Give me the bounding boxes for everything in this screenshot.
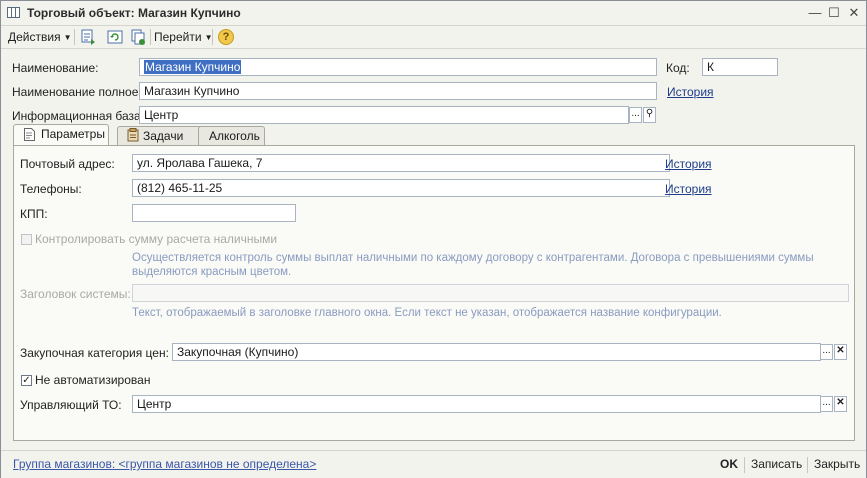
actions-menu-label: Действия: [8, 30, 61, 44]
name-label: Наименование:: [12, 61, 99, 75]
managing-label: Управляющий ТО:: [20, 398, 122, 412]
control-cash-note-line1: Осуществляется контроль суммы выплат нал…: [132, 252, 814, 264]
copy-icon[interactable]: [129, 28, 147, 46]
managing-select-button[interactable]: ...: [820, 396, 833, 412]
kpp-label: КПП:: [20, 207, 48, 221]
fullname-history-link[interactable]: История: [667, 85, 714, 99]
not-automated-checkbox[interactable]: ✓: [21, 375, 32, 386]
system-title-field[interactable]: [132, 284, 849, 302]
help-label: ?: [222, 31, 230, 43]
goto-menu-label: Перейти: [154, 30, 202, 44]
purchase-category-select-button[interactable]: ...: [820, 344, 833, 360]
actions-menu[interactable]: Действия ▼: [8, 29, 72, 45]
tab-alcohol[interactable]: Алкоголь: [198, 126, 265, 145]
store-group-link[interactable]: Группа магазинов: <группа магазинов не о…: [13, 457, 316, 471]
code-label: Код:: [666, 61, 690, 75]
purchase-category-field[interactable]: Закупочная (Купчино): [172, 343, 821, 361]
infobase-field[interactable]: Центр: [139, 106, 629, 124]
address-label: Почтовый адрес:: [20, 157, 115, 171]
address-history-link[interactable]: История: [665, 157, 712, 171]
document-icon: [24, 128, 35, 141]
save-button[interactable]: Записать: [751, 457, 802, 471]
phones-label: Телефоны:: [20, 182, 82, 196]
clear-icon[interactable]: ✕: [834, 396, 847, 412]
name-value: Магазин Купчино: [144, 60, 242, 74]
structure-icon[interactable]: [79, 28, 97, 46]
close-button[interactable]: Закрыть: [814, 457, 860, 471]
phones-value: (812) 465-11-25: [137, 181, 223, 195]
system-title-note: Текст, отображаемый в заголовке главного…: [132, 307, 722, 319]
window: Торговый объект: Магазин Купчино — ☐ ✕ Д…: [0, 0, 867, 478]
toolbar: Действия ▼ Перейти ▼ ?: [1, 26, 866, 49]
managing-value: Центр: [137, 397, 172, 411]
code-field[interactable]: К: [702, 58, 778, 76]
system-title-label: Заголовок системы:: [20, 287, 131, 301]
not-automated-label: Не автоматизирован: [35, 373, 151, 387]
fullname-value: Магазин Купчино: [144, 84, 240, 98]
tab-parameters-label: Параметры: [41, 127, 105, 141]
help-icon[interactable]: ?: [218, 29, 234, 45]
close-window-button[interactable]: ✕: [846, 5, 862, 21]
parameters-panel: Почтовый адрес: ул. Яролава Гашека, 7 Ис…: [13, 145, 855, 441]
code-value: К: [707, 60, 714, 74]
infobase-label: Информационная база:: [12, 109, 145, 123]
checkmark-icon: ✓: [22, 375, 31, 386]
bottom-bar: Группа магазинов: <группа магазинов не о…: [1, 450, 866, 478]
clear-icon[interactable]: ✕: [834, 344, 847, 360]
toolbar-separator: [74, 29, 75, 45]
toolbar-separator: [150, 29, 151, 45]
infobase-value: Центр: [144, 108, 179, 122]
goto-menu[interactable]: Перейти ▼: [154, 29, 212, 45]
tab-alcohol-label: Алкоголь: [209, 129, 260, 143]
title-bar: Торговый объект: Магазин Купчино — ☐ ✕: [1, 1, 866, 26]
control-cash-label: Контролировать сумму расчета наличными: [35, 232, 278, 246]
purchase-category-value: Закупочная (Купчино): [177, 345, 299, 359]
caret-down-icon: ▼: [63, 33, 72, 42]
maximize-button[interactable]: ☐: [826, 5, 842, 21]
name-field[interactable]: Магазин Купчино: [139, 58, 657, 76]
minimize-button[interactable]: —: [807, 5, 823, 21]
purchase-category-label: Закупочная категория цен:: [20, 346, 169, 360]
control-cash-checkbox[interactable]: [21, 234, 32, 245]
infobase-select-button[interactable]: ...: [629, 107, 642, 123]
control-cash-note-line2: выделяются красным цветом.: [132, 266, 292, 278]
managing-field[interactable]: Центр: [132, 395, 821, 413]
fullname-field[interactable]: Магазин Купчино: [139, 82, 657, 100]
phones-field[interactable]: (812) 465-11-25: [132, 179, 670, 197]
fullname-label: Наименование полное:: [12, 85, 142, 99]
tasks-icon: [127, 128, 139, 142]
table-icon: [7, 7, 20, 18]
address-value: ул. Яролава Гашека, 7: [137, 156, 263, 170]
refresh-icon[interactable]: [106, 28, 124, 46]
phones-history-link[interactable]: История: [665, 182, 712, 196]
tab-parameters[interactable]: Параметры: [13, 124, 109, 145]
bottom-separator: [744, 457, 745, 473]
tab-tasks-label: Задачи: [143, 129, 184, 143]
toolbar-separator: [212, 29, 213, 45]
address-field[interactable]: ул. Яролава Гашека, 7: [132, 154, 670, 172]
search-icon[interactable]: ⚲: [643, 107, 656, 123]
bottom-separator: [807, 457, 808, 473]
tab-tasks[interactable]: Задачи: [117, 126, 203, 145]
ok-button[interactable]: OK: [720, 457, 738, 471]
kpp-field[interactable]: [132, 204, 296, 222]
window-title: Торговый объект: Магазин Купчино: [27, 6, 241, 20]
